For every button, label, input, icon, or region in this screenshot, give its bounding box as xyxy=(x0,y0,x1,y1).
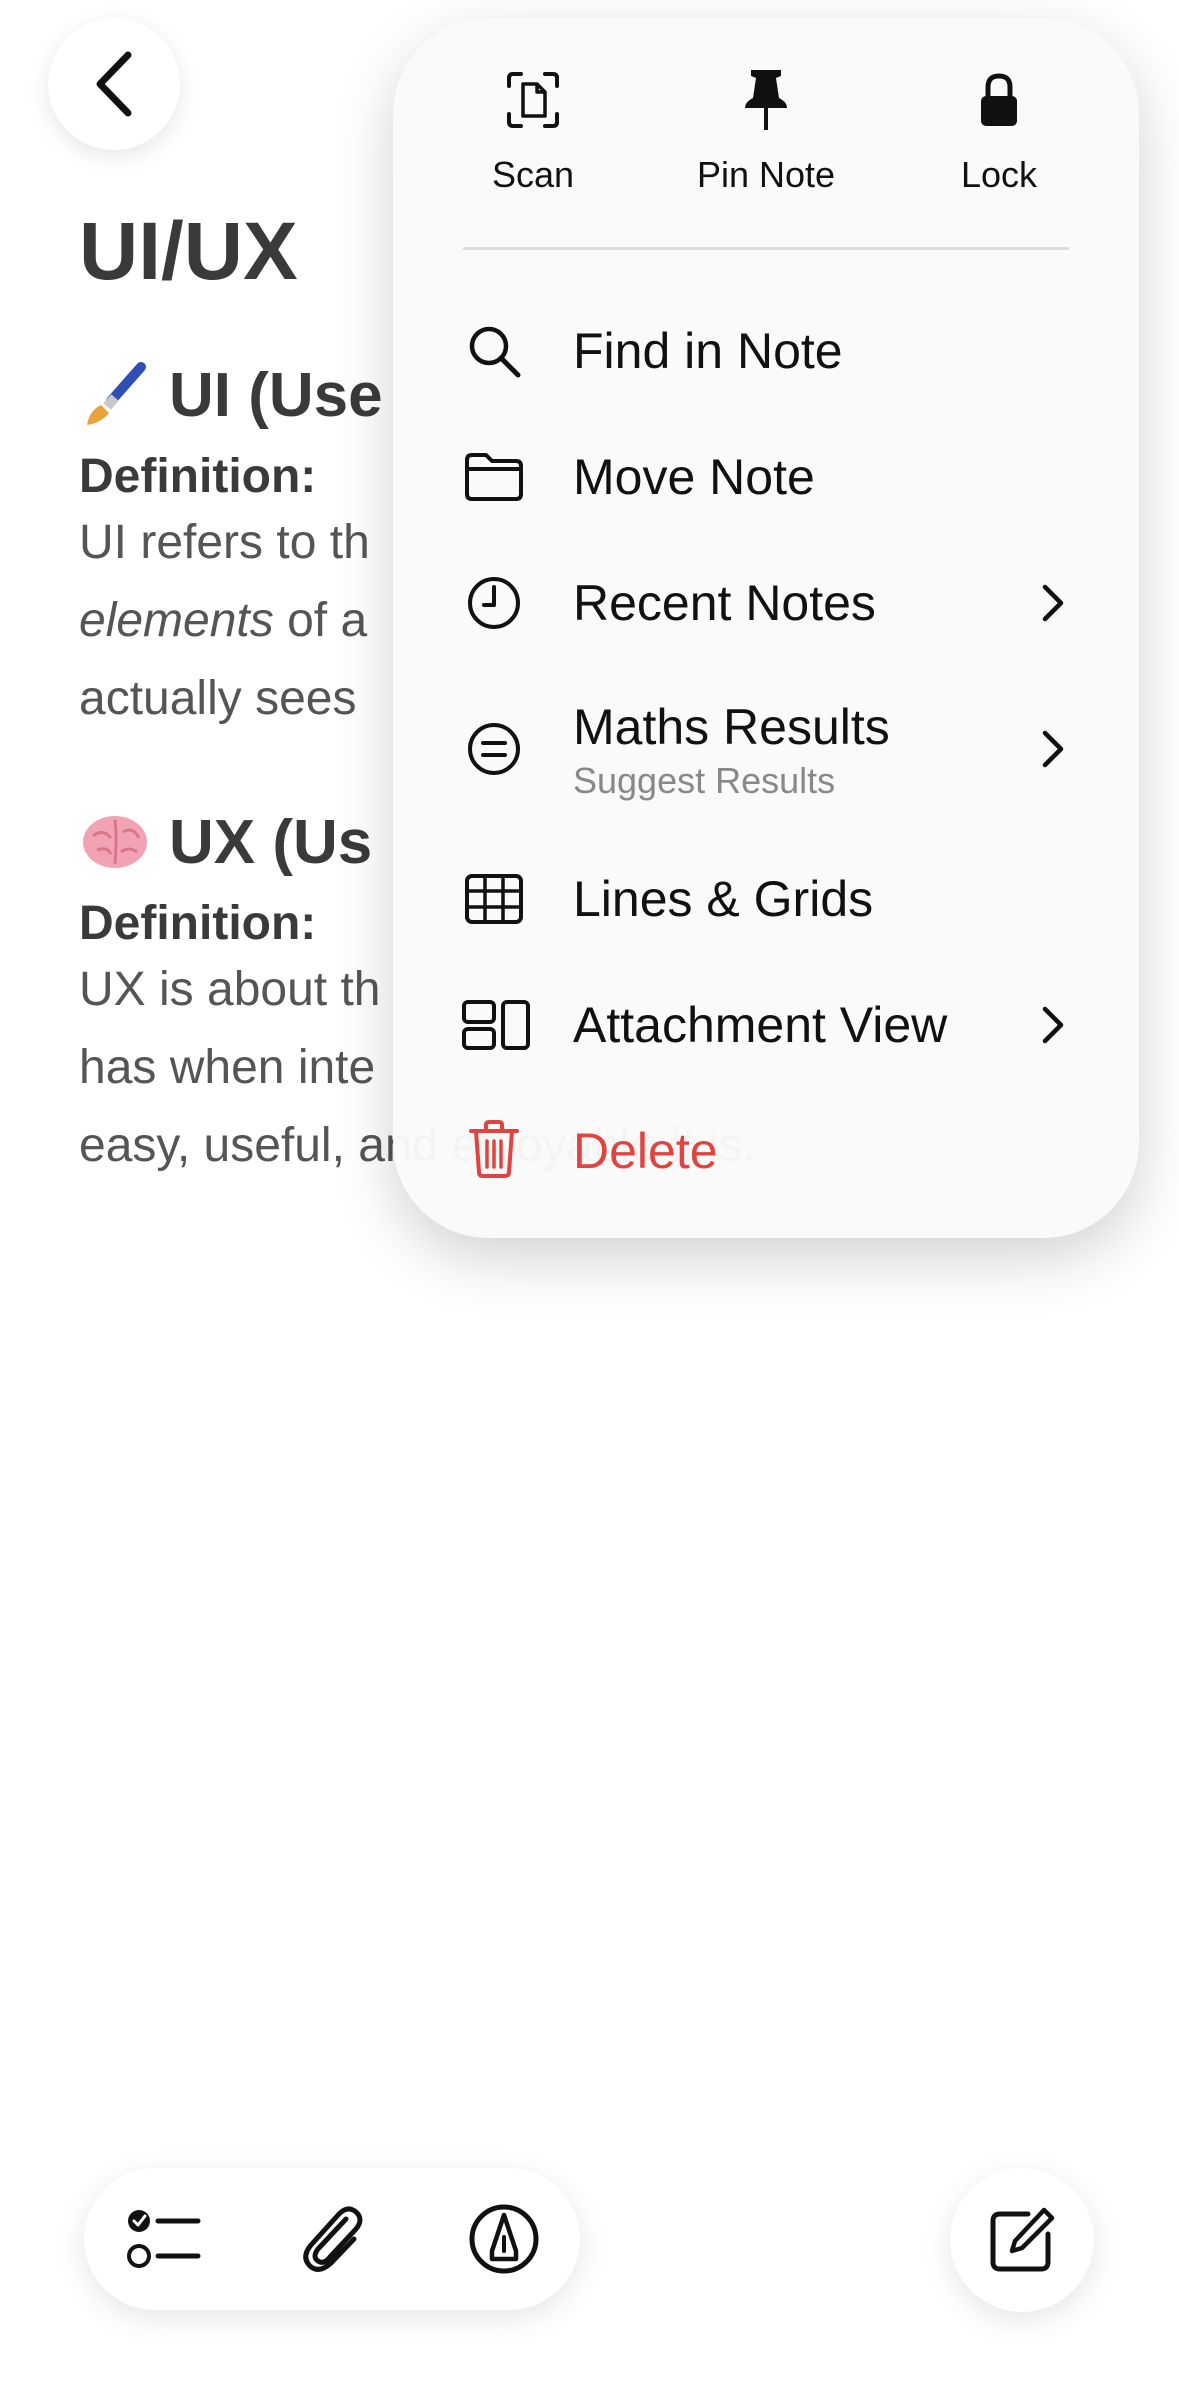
attach-button[interactable] xyxy=(293,2199,373,2279)
brain-icon xyxy=(83,816,147,868)
folder-icon xyxy=(465,453,523,501)
find-in-note-label: Find in Note xyxy=(573,323,843,379)
scan-label: Scan xyxy=(491,154,575,195)
search-icon xyxy=(469,326,521,378)
recent-notes-item[interactable]: Recent Notes xyxy=(393,558,1139,648)
markup-pen-icon xyxy=(469,2204,539,2274)
paintbrush-icon xyxy=(87,362,146,425)
chevron-right-icon xyxy=(1042,730,1064,768)
equals-circle-icon xyxy=(468,723,520,775)
maths-results-sublabel: Suggest Results xyxy=(573,760,836,801)
ui-line-2-italic: elements xyxy=(79,594,274,647)
markup-button[interactable] xyxy=(464,2199,544,2279)
lock-icon xyxy=(981,73,1017,126)
pin-note-button[interactable]: Pin Note xyxy=(656,68,876,196)
lines-grids-label: Lines & Grids xyxy=(573,871,874,927)
recent-notes-label: Recent Notes xyxy=(573,575,876,631)
ui-line-2-rest: of a xyxy=(273,594,368,647)
bottom-toolbar xyxy=(84,2168,580,2310)
move-note-label: Move Note xyxy=(573,449,815,505)
back-button[interactable] xyxy=(48,18,180,150)
note-context-menu: Scan Pin Note Lock Find in Note Move Not… xyxy=(393,18,1139,1238)
attachment-view-label: Attachment View xyxy=(573,997,948,1053)
lock-button[interactable]: Lock xyxy=(889,68,1109,196)
find-in-note-item[interactable]: Find in Note xyxy=(393,306,1139,396)
lock-label: Lock xyxy=(960,154,1038,195)
delete-label: Delete xyxy=(573,1123,718,1179)
clock-icon xyxy=(468,577,520,629)
attachment-view-icon xyxy=(462,1000,530,1050)
maths-results-item[interactable]: Maths Results Suggest Results xyxy=(393,684,1139,814)
menu-divider xyxy=(463,247,1069,250)
compose-button[interactable] xyxy=(950,2168,1094,2312)
pin-icon xyxy=(745,70,787,130)
grid-icon xyxy=(465,874,523,924)
pin-note-label: Pin Note xyxy=(696,154,836,195)
lines-grids-item[interactable]: Lines & Grids xyxy=(393,854,1139,944)
attachment-view-item[interactable]: Attachment View xyxy=(393,980,1139,1070)
trash-icon xyxy=(469,1120,519,1178)
chevron-right-icon xyxy=(1042,584,1064,622)
delete-item[interactable]: Delete xyxy=(393,1106,1139,1196)
compose-icon xyxy=(990,2207,1055,2272)
chevron-left-icon xyxy=(96,51,132,117)
checklist-icon xyxy=(127,2210,201,2268)
scan-button[interactable]: Scan xyxy=(423,68,643,196)
paperclip-icon xyxy=(303,2206,363,2272)
quick-actions-row: Scan Pin Note Lock xyxy=(393,68,1139,218)
chevron-right-icon xyxy=(1042,1006,1064,1044)
maths-results-label: Maths Results xyxy=(573,699,890,755)
scan-document-icon xyxy=(507,72,559,128)
ux-heading-text: UX (Us xyxy=(169,807,373,877)
checklist-button[interactable] xyxy=(124,2199,204,2279)
ui-heading-text: UI (Use xyxy=(169,360,383,430)
move-note-item[interactable]: Move Note xyxy=(393,432,1139,522)
